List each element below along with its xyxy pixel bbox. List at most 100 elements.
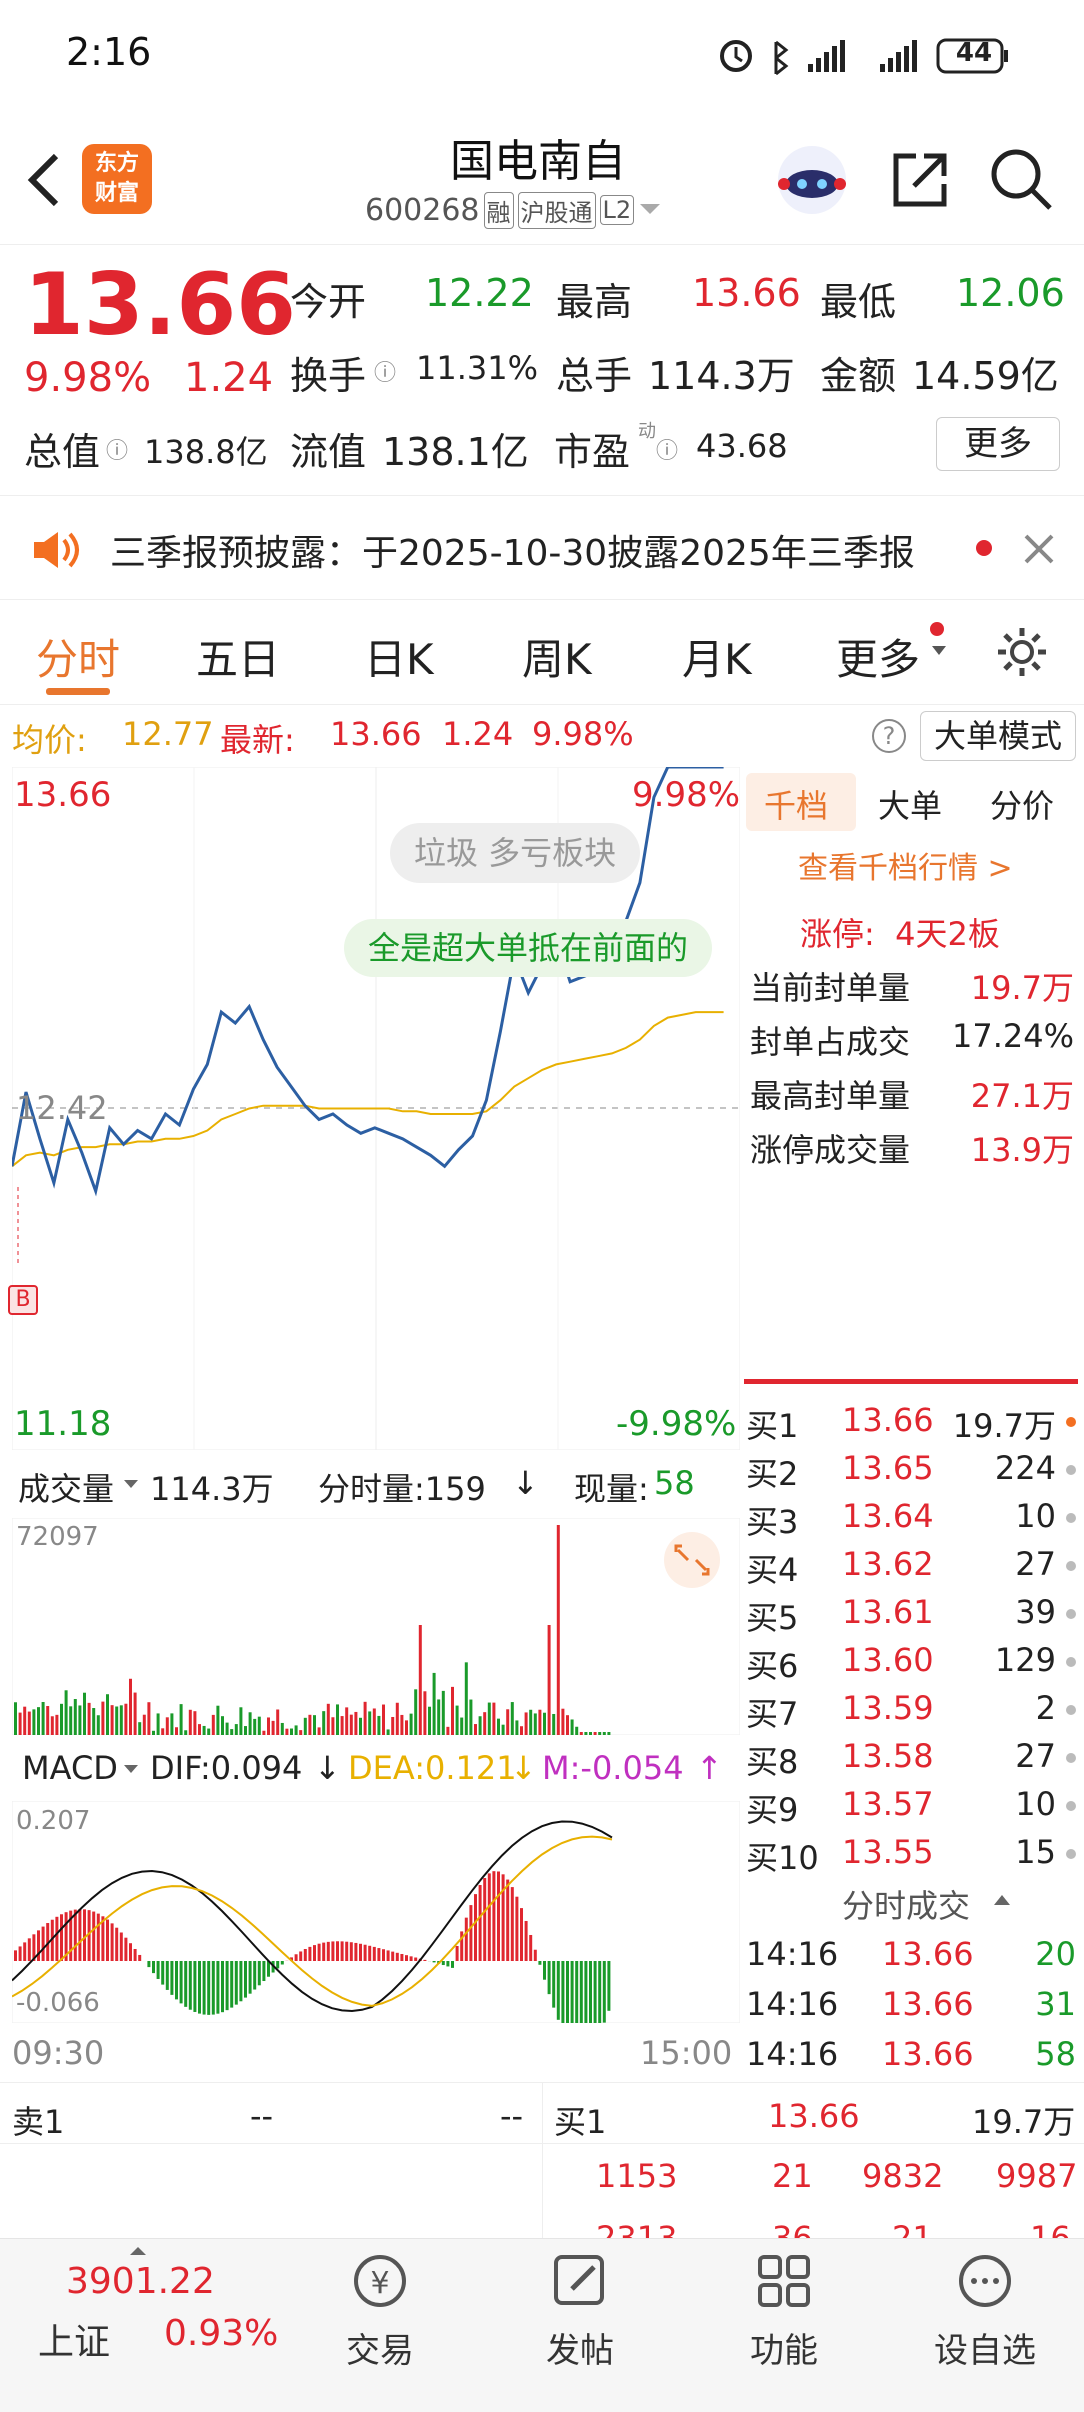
tab-big-orders[interactable]: 大单 (878, 781, 942, 827)
macd-top-label: 0.207 (16, 1806, 91, 1836)
volume-bar (18, 1712, 22, 1735)
stat-label: 最高封单量 (750, 1077, 911, 1115)
macd-bar (552, 1961, 556, 2008)
help-icon[interactable]: ? (872, 719, 906, 753)
macd-bar (55, 1916, 59, 1961)
macd-bar (538, 1961, 542, 1965)
volume-bar (409, 1713, 413, 1735)
macd-bar (170, 1961, 174, 1995)
volume-bar (193, 1711, 197, 1735)
tab-price-dist[interactable]: 分价 (990, 781, 1054, 827)
high-value: 13.66 (692, 271, 801, 315)
ticks-title[interactable]: 分时成交 (842, 1881, 970, 1927)
volume-bar (276, 1709, 280, 1735)
dropdown-icon[interactable] (122, 1763, 140, 1775)
volume-bar (267, 1717, 270, 1735)
macd-bar (451, 1961, 454, 1968)
robot-assistant-icon[interactable] (772, 142, 852, 218)
bid-row[interactable]: 买1 13.66 19.7万 (746, 1397, 1080, 1445)
info-icon[interactable]: ⓘ (374, 355, 396, 387)
chevron-down-icon[interactable] (638, 200, 662, 220)
volume-bar (41, 1702, 45, 1735)
more-dots-icon (959, 2255, 1011, 2307)
tab-monthly-k[interactable]: 月K (682, 626, 752, 687)
macd-indicator-select[interactable]: MACD (22, 1749, 118, 1787)
bid-row[interactable]: 买4 13.62 27 (746, 1541, 1080, 1589)
functions-button[interactable]: 功能 (734, 2249, 834, 2399)
bid-row[interactable]: 买8 13.58 27 (746, 1733, 1080, 1781)
bid-price: 13.59 (842, 1689, 934, 1727)
share-icon[interactable] (888, 148, 952, 212)
status-bar: 2:16 44 (0, 0, 1084, 110)
post-button[interactable]: 发帖 (530, 2249, 630, 2399)
macd-bar (579, 1961, 583, 2023)
info-icon[interactable]: ⓘ (106, 433, 128, 465)
close-icon[interactable] (1022, 532, 1056, 566)
status-time: 2:16 (66, 30, 152, 74)
announcement-bar[interactable]: 三季报预披露：于2025-10-30披露2025年三季报 (0, 495, 1084, 600)
volume-bar (87, 1702, 91, 1735)
macd-bar (377, 1948, 381, 1961)
bid-row[interactable]: 买10 13.55 15 (746, 1829, 1080, 1877)
comment-bubble[interactable]: 全是超大单抵在前面的 (344, 919, 713, 977)
bottom-price-label: 11.18 (14, 1404, 112, 1444)
more-button[interactable]: 更多 (936, 417, 1060, 471)
tab-depth[interactable]: 千档 (764, 781, 828, 827)
index-change[interactable]: 0.93% (164, 2313, 278, 2354)
add-watchlist-button[interactable]: 设自选 (920, 2249, 1050, 2399)
bid-price: 13.60 (842, 1641, 934, 1679)
tab-more[interactable]: 更多 (836, 626, 920, 687)
bottom-toolbar: 3901.22 上证 0.93% ¥ 交易 发帖 功能 设自选 (0, 2238, 1084, 2412)
macd-bar (349, 1942, 353, 1961)
bid-row[interactable]: 买9 13.57 10 (746, 1781, 1080, 1829)
volume-bar (234, 1724, 238, 1735)
index-value[interactable]: 3901.22 (66, 2261, 215, 2302)
divider (542, 2083, 543, 2239)
gear-icon[interactable] (994, 624, 1050, 680)
bottom-pct-label: -9.98% (616, 1404, 737, 1444)
comment-bubble[interactable]: 垃圾 多亏板块 (390, 823, 641, 883)
depth-link[interactable]: 查看千档行情 > (798, 843, 1013, 887)
volume-bar (271, 1720, 275, 1735)
dea-arrow: ↓ (510, 1749, 537, 1787)
macd-bar (561, 1961, 565, 2023)
caret-up-icon[interactable] (992, 1891, 1012, 1907)
dropdown-icon[interactable] (122, 1478, 140, 1490)
index-name[interactable]: 上证 (38, 2313, 110, 2365)
unread-dot (976, 540, 992, 556)
bid-volume: 27 (1015, 1737, 1056, 1775)
volume-bar (216, 1705, 220, 1735)
trade-button[interactable]: ¥ 交易 (330, 2249, 430, 2399)
intraday-chart[interactable]: 13.66 9.98% 12.42 11.18 -9.98% 垃圾 多亏板块 全… (8, 767, 740, 1450)
buy1-volume: 19.7万 (972, 2103, 1076, 2141)
bid-row[interactable]: 买3 13.64 10 (746, 1493, 1080, 1541)
bid-row[interactable]: 买5 13.61 39 (746, 1589, 1080, 1637)
tab-intraday[interactable]: 分时 (36, 626, 120, 687)
expand-button[interactable] (664, 1532, 720, 1588)
search-icon[interactable] (988, 146, 1056, 214)
bid-volume: 27 (1015, 1545, 1056, 1583)
sell1-volume: -- (500, 2097, 524, 2135)
bid-row[interactable]: 买6 13.60 129 (746, 1637, 1080, 1685)
bid-price: 13.55 (842, 1833, 934, 1871)
buy-marker[interactable]: B (8, 1285, 38, 1315)
tab-weekly-k[interactable]: 周K (522, 626, 592, 687)
tab-daily-k[interactable]: 日K (364, 626, 434, 687)
tab-five-day[interactable]: 五日 (196, 626, 280, 687)
stock-name: 国电南自 (450, 136, 626, 187)
big-order-mode-button[interactable]: 大单模式 (920, 711, 1076, 761)
volume-bar (188, 1709, 192, 1735)
bid-row[interactable]: 买2 13.65 224 (746, 1445, 1080, 1493)
bid-row[interactable]: 买7 13.59 2 (746, 1685, 1080, 1733)
bid-dot (1066, 1561, 1076, 1571)
back-icon[interactable] (24, 150, 64, 210)
volume-indicator-select[interactable]: 成交量 (18, 1464, 114, 1510)
macd-bar (276, 1961, 280, 1969)
info-icon[interactable]: ⓘ (656, 433, 678, 465)
macd-bar (73, 1909, 77, 1961)
caret-up-icon[interactable] (128, 2245, 148, 2257)
open-value: 12.22 (425, 271, 534, 315)
volume-bar (331, 1717, 335, 1735)
macd-bar (78, 1909, 82, 1961)
macd-bar (515, 1896, 519, 1961)
